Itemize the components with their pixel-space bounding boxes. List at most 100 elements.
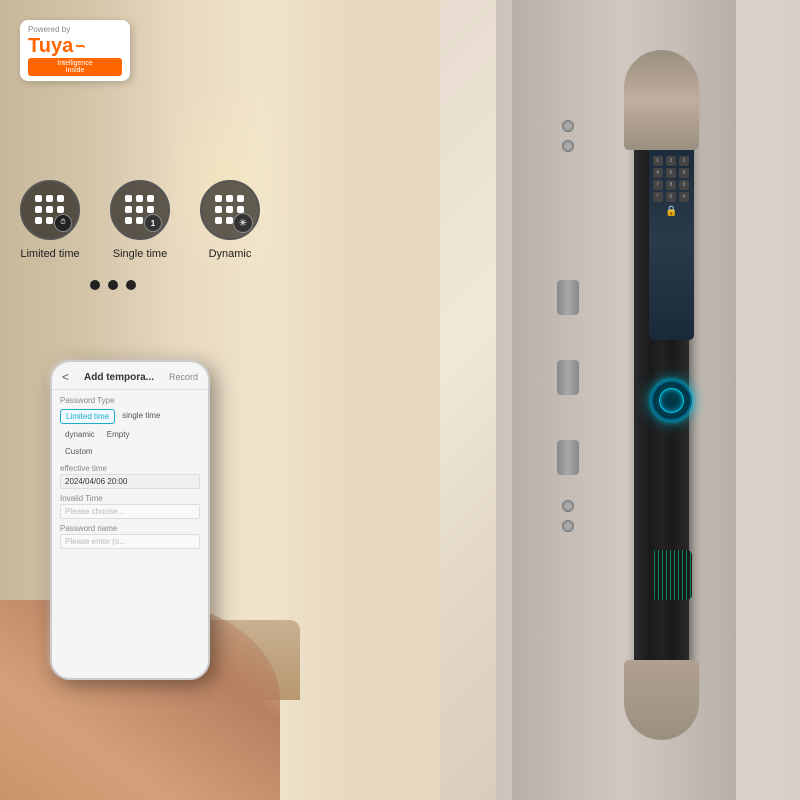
key-star[interactable]: * [653, 192, 663, 202]
bolt-plate-1 [557, 280, 579, 315]
lock-keypad-screen: 12:34 1 2 3 4 5 6 7 8 9 * 0 # 🔒 [649, 140, 694, 340]
option-limited-time[interactable]: Limited time [60, 409, 115, 424]
limited-time-icon-circle: ⏱ [20, 180, 80, 240]
app-content: Password Type Limited time single time d… [52, 390, 208, 560]
password-type-grid-3: Custom [60, 445, 200, 458]
fingerprint-sensor[interactable] [651, 380, 692, 421]
d-dot-8 [226, 217, 233, 224]
icon-item-limited-time: ⏱ Limited time [20, 180, 80, 260]
d-dot-1 [215, 195, 222, 202]
lock-icon: 🔒 [665, 206, 677, 217]
app-header: < Add tempora... Record [52, 362, 208, 390]
s-dot-1 [125, 195, 132, 202]
d-dot-7 [215, 217, 222, 224]
key-5[interactable]: 5 [666, 168, 676, 178]
key-4[interactable]: 4 [653, 168, 663, 178]
tuya-logo-text: Tuya [28, 36, 73, 56]
single-badge-icon: 1 [144, 214, 162, 232]
dot-4 [35, 206, 42, 213]
dot-7 [35, 217, 42, 224]
key-hash[interactable]: # [679, 192, 689, 202]
s-dot-3 [147, 195, 154, 202]
d-dot-5 [226, 206, 233, 213]
s-dot-4 [125, 206, 132, 213]
d-dot-2 [226, 195, 233, 202]
password-type-grid-2: dynamic Empty [60, 428, 200, 441]
dot-3 [57, 195, 64, 202]
powered-by-text: Powered by [28, 25, 70, 34]
bolt-plate-2 [557, 360, 579, 395]
app-record-button[interactable]: Record [169, 372, 198, 382]
feature-icons-row: ⏱ Limited time 1 Single time [20, 180, 340, 260]
lock-body: 12:34 1 2 3 4 5 6 7 8 9 * 0 # 🔒 [634, 60, 689, 720]
option-custom[interactable]: Custom [60, 445, 98, 458]
lock-keypad-grid: 1 2 3 4 5 6 7 8 9 * 0 # [653, 156, 691, 202]
d-dot-4 [215, 206, 222, 213]
key-8[interactable]: 8 [666, 180, 676, 190]
dynamic-icon-circle: ✳ [200, 180, 260, 240]
effective-time-label: effective time [60, 464, 200, 473]
phone-body: < Add tempora... Record Password Type Li… [50, 360, 210, 680]
tuya-badge: Powered by Tuya ~ IntelligenceInside [20, 20, 130, 81]
dot-indicator-3 [126, 280, 136, 290]
dot-6 [57, 206, 64, 213]
dot-5 [46, 206, 53, 213]
key-9[interactable]: 9 [679, 180, 689, 190]
password-type-section-label: Password Type [60, 396, 200, 405]
d-dot-6 [237, 206, 244, 213]
key-0[interactable]: 0 [666, 192, 676, 202]
s-dot-6 [147, 206, 154, 213]
dynamic-badge-icon: ✳ [233, 213, 253, 233]
mount-screw-1 [562, 120, 574, 132]
option-single-time[interactable]: single time [117, 409, 165, 424]
s-dot-2 [136, 195, 143, 202]
invalid-time-field: Invalid Time Please choose... [60, 494, 200, 519]
s-dot-8 [136, 217, 143, 224]
tuya-subtitle-text: IntelligenceInside [28, 58, 122, 76]
d-dot-3 [237, 195, 244, 202]
mount-screw-3 [562, 500, 574, 512]
key-1[interactable]: 1 [653, 156, 663, 166]
mount-screw-2 [562, 140, 574, 152]
key-6[interactable]: 6 [679, 168, 689, 178]
dot-1 [35, 195, 42, 202]
lock-handle-top [624, 50, 699, 150]
option-dynamic[interactable]: dynamic [60, 428, 100, 441]
key-7[interactable]: 7 [653, 180, 663, 190]
single-time-label: Single time [113, 248, 167, 260]
dot-8 [46, 217, 53, 224]
dot-indicator-2 [108, 280, 118, 290]
icon-item-single-time: 1 Single time [110, 180, 170, 260]
lock-handle-bottom [624, 660, 699, 740]
invalid-time-label: Invalid Time [60, 494, 200, 503]
mount-screw-4 [562, 520, 574, 532]
dot-2 [46, 195, 53, 202]
dot-indicator-1 [90, 280, 100, 290]
clock-icon: ⏱ [54, 214, 72, 232]
effective-time-value[interactable]: 2024/04/06 20:00 [60, 474, 200, 489]
invalid-time-placeholder[interactable]: Please choose... [60, 504, 200, 519]
smart-lock-device: 12:34 1 2 3 4 5 6 7 8 9 * 0 # 🔒 [624, 60, 704, 740]
password-type-grid: Limited time single time [60, 409, 200, 424]
single-time-icon-circle: 1 [110, 180, 170, 240]
bolt-plate-3 [557, 440, 579, 475]
effective-time-field: effective time 2024/04/06 20:00 [60, 464, 200, 489]
app-title-text: Add tempora... [84, 372, 154, 383]
option-empty[interactable]: Empty [102, 428, 135, 441]
dynamic-label: Dynamic [209, 248, 252, 260]
phone-screen: < Add tempora... Record Password Type Li… [52, 362, 208, 678]
key-2[interactable]: 2 [666, 156, 676, 166]
icon-item-dynamic: ✳ Dynamic [200, 180, 260, 260]
password-name-label: Password name [60, 524, 200, 533]
app-back-button[interactable]: < [62, 370, 69, 384]
fingerprint-bottom-scanner [651, 550, 692, 600]
page-dots-indicator [90, 280, 136, 290]
key-3[interactable]: 3 [679, 156, 689, 166]
tuya-swoosh-icon: ~ [73, 35, 87, 58]
s-dot-7 [125, 217, 132, 224]
password-name-field: Password name Please enter (o... [60, 524, 200, 549]
phone-container: < Add tempora... Record Password Type Li… [30, 360, 230, 740]
limited-time-label: Limited time [20, 248, 79, 260]
s-dot-5 [136, 206, 143, 213]
password-name-placeholder[interactable]: Please enter (o... [60, 534, 200, 549]
